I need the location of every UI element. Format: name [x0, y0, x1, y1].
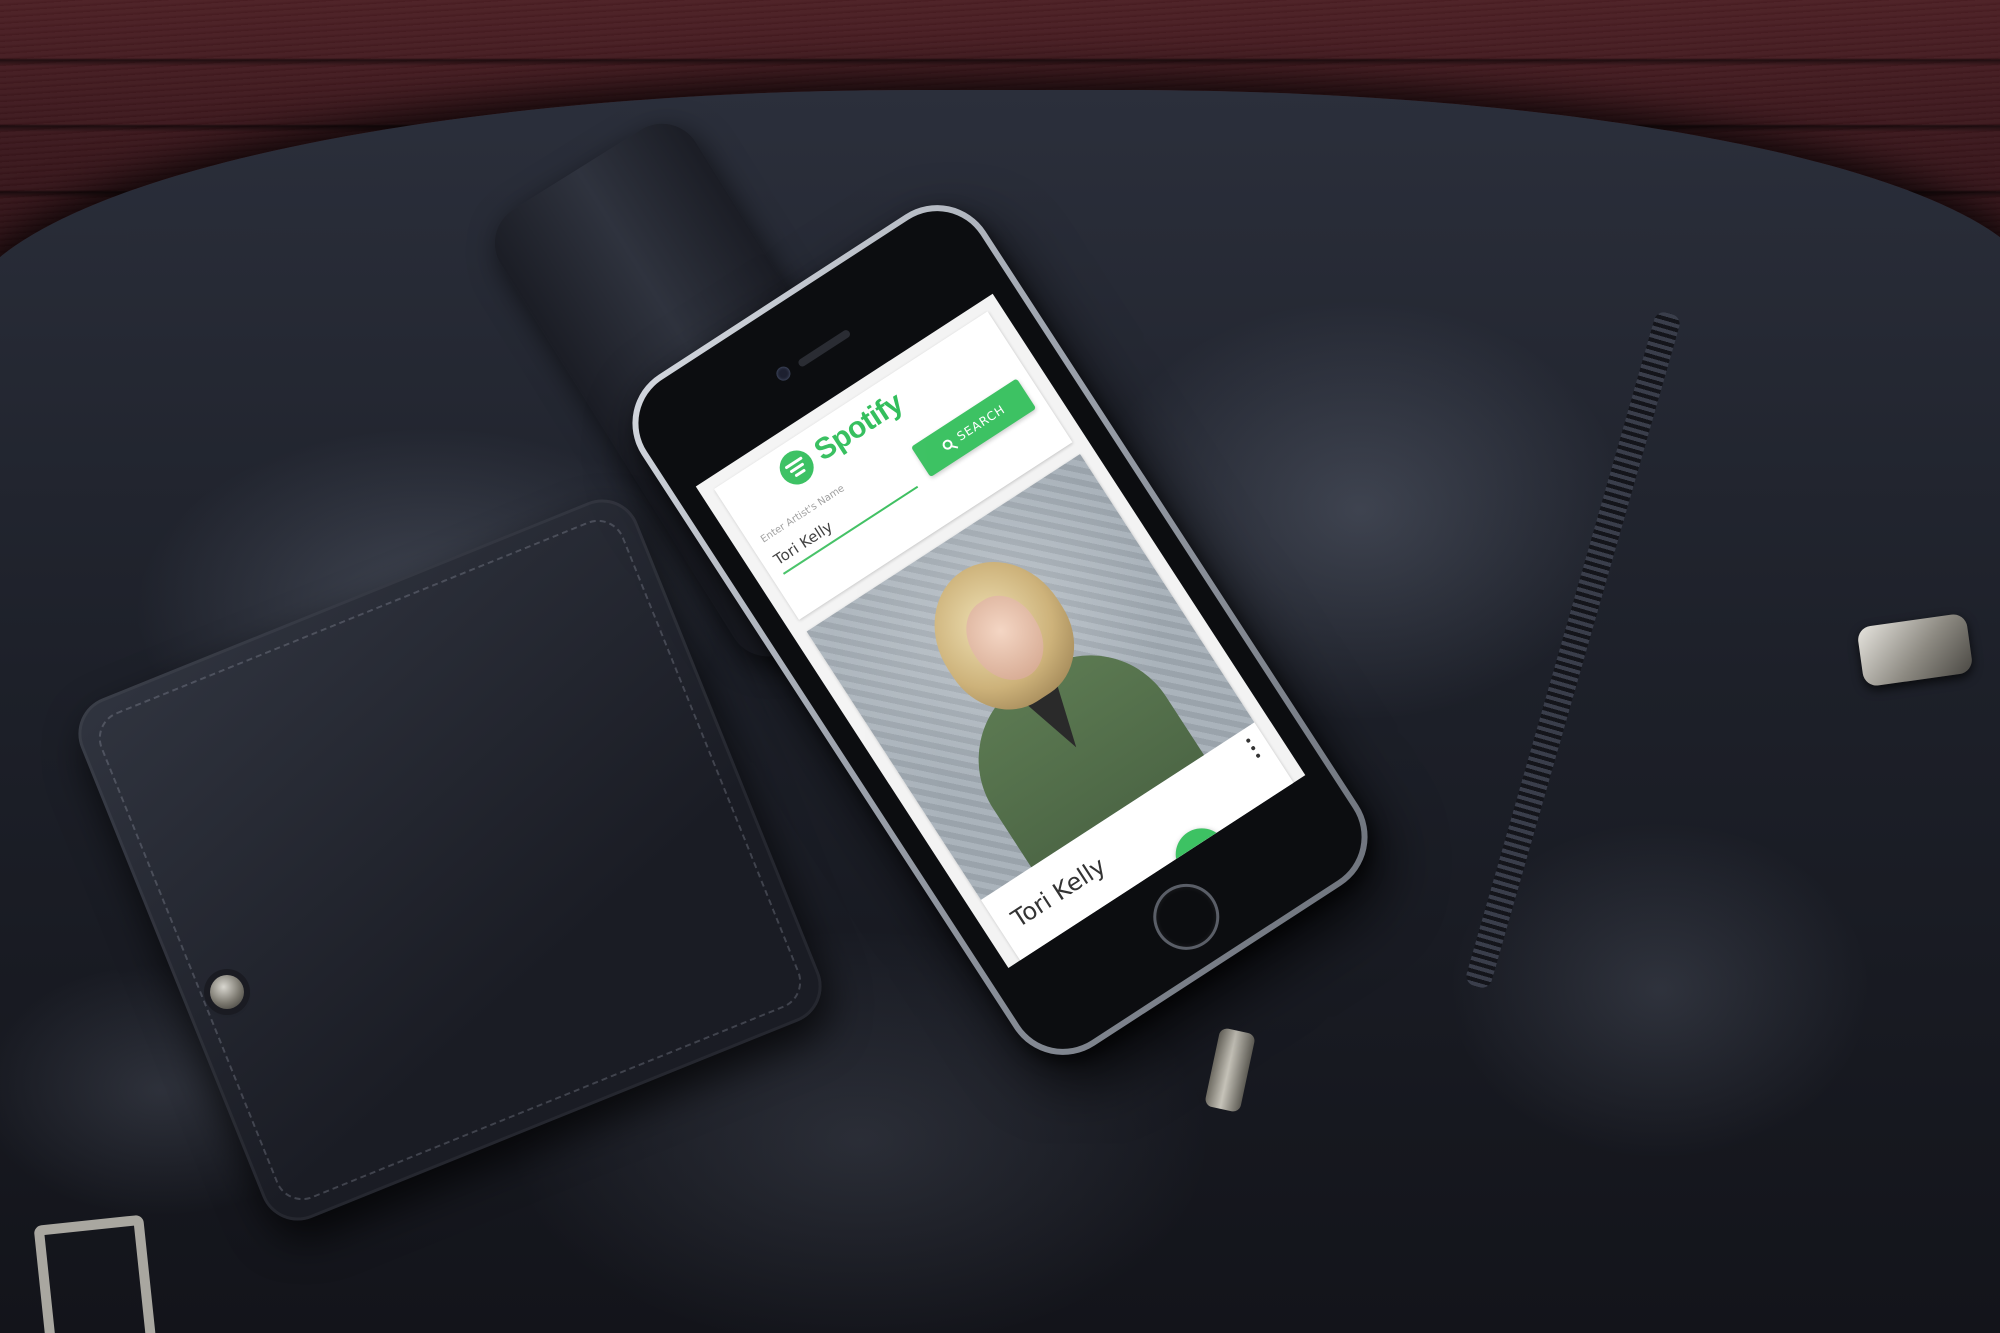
more-vert-icon[interactable] [1245, 737, 1262, 759]
play-fab-button[interactable] [1165, 818, 1238, 891]
logo-text: Spotify [808, 386, 909, 468]
earpiece-speaker [796, 328, 852, 368]
bag-ring-buckle [33, 1214, 157, 1333]
bag-rivet [210, 975, 244, 1009]
search-button[interactable]: SEARCH [910, 378, 1037, 478]
home-button[interactable] [1144, 875, 1228, 959]
search-button-label: SEARCH [954, 402, 1008, 444]
front-camera [773, 363, 794, 384]
search-icon [940, 437, 955, 452]
spotify-logo-icon [773, 443, 821, 492]
